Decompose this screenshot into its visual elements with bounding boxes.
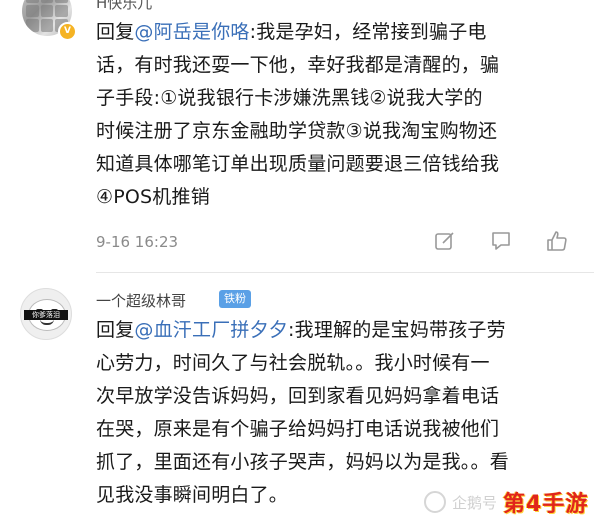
text-line: 心劳力，时间久了与社会脱轨。。我小时候有一 (96, 352, 490, 374)
comment-text: 回复@血汗工厂拼夕夕:我理解的是宝妈带孩子劳心劳力，时间久了与社会脱轨。。我小时… (96, 314, 582, 512)
username[interactable]: H快乐儿 (96, 0, 152, 13)
watermark: 企鹅号 第4手游 (424, 486, 588, 518)
watermark-text: 企鹅号 (452, 493, 498, 512)
text-line: ④POS机推销 (96, 186, 210, 208)
mention-link[interactable]: @血汗工厂拼夕夕 (134, 319, 288, 341)
text-line: 话，有时我还耍一下他，幸好我都是清醒的，骗 (96, 54, 500, 76)
text-line: 抓了，里面还有小孩子哭声，妈妈以为是我。。看 (96, 451, 509, 473)
text-line: 时候注册了京东金融助学贷款③说我淘宝购物还 (96, 120, 498, 142)
brand-logo: 第4手游 (503, 492, 589, 517)
mention-link[interactable]: @阿岳是你咯 (134, 21, 249, 43)
avatar-caption: 你爹落泪 (24, 310, 68, 320)
text-line: 见我没事瞬间明白了。 (96, 484, 289, 506)
text-line: :我是孕妇，经常接到骗子电 (249, 21, 487, 43)
username[interactable]: 一个超级林哥 (96, 290, 186, 311)
reply-prefix: 回复 (96, 319, 135, 341)
text-line: 在哭，原来是有个骗子给妈妈打电话说我被他们 (96, 418, 500, 440)
verified-icon: V (58, 22, 77, 41)
edit-icon[interactable] (432, 228, 458, 254)
text-line: :我理解的是宝妈带孩子劳 (288, 319, 506, 341)
comment-icon[interactable] (488, 228, 514, 254)
action-bar (432, 228, 570, 254)
divider (96, 272, 594, 273)
comment-text: 回复@阿岳是你咯:我是孕妇，经常接到骗子电话，有时我还耍一下他，幸好我都是清醒的… (96, 16, 582, 214)
text-line: 次早放学没告诉妈妈，回到家看见妈妈拿着电话 (96, 385, 500, 407)
timestamp: 9-16 16:23 (96, 233, 179, 251)
penguin-icon (424, 491, 446, 513)
fan-badge: 铁粉 (219, 290, 251, 308)
text-line: 知道具体哪笔订单出现质量问题要退三倍钱给我 (96, 153, 500, 175)
like-icon[interactable] (544, 228, 570, 254)
avatar[interactable]: 你爹落泪 (20, 288, 72, 340)
text-line: 子手段:①说我银行卡涉嫌洗黑钱②说我大学的 (96, 87, 483, 109)
reply-prefix: 回复 (96, 21, 135, 43)
